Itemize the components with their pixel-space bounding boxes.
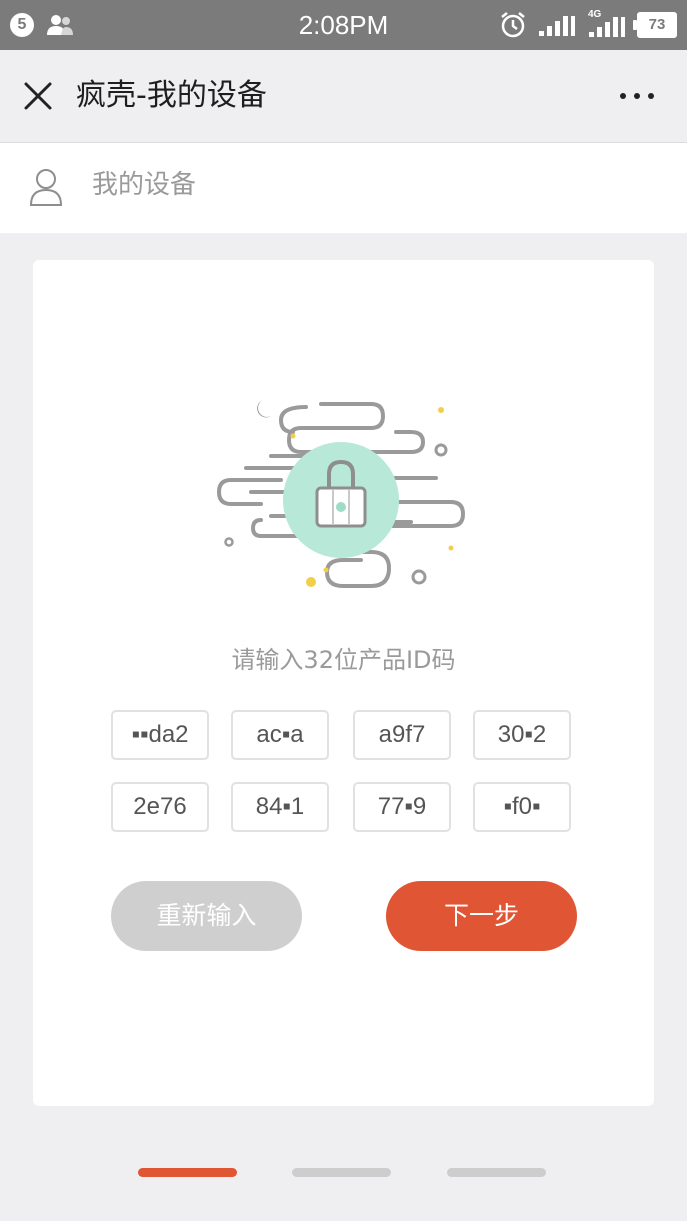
page-title: 疯壳-我的设备 xyxy=(76,78,267,113)
code-field-2[interactable]: ac▪a xyxy=(231,710,329,760)
title-bar: 疯壳-我的设备 xyxy=(0,50,687,143)
alarm-icon xyxy=(501,12,525,38)
code-field-7[interactable]: 77▪9 xyxy=(353,782,451,832)
signal-4g-group: 4G xyxy=(587,9,627,38)
page-dot-3[interactable] xyxy=(447,1168,546,1177)
next-step-button[interactable]: 下一步 xyxy=(386,881,577,951)
account-row[interactable]: 我的设备 xyxy=(0,143,687,233)
person-icon xyxy=(29,169,63,206)
status-bar: 5 2:08PM 4G 73 xyxy=(0,0,687,50)
code-field-4[interactable]: 30▪2 xyxy=(473,710,571,760)
battery-icon: 73 xyxy=(633,12,677,38)
code-field-3[interactable]: a9f7 xyxy=(353,710,451,760)
signal-4g-icon xyxy=(589,17,625,37)
signal-icon xyxy=(539,16,575,36)
close-icon[interactable] xyxy=(18,76,58,116)
code-field-1[interactable]: ▪▪da2 xyxy=(111,710,209,760)
code-field-6[interactable]: 84▪1 xyxy=(231,782,329,832)
status-icons: 4G 73 xyxy=(499,9,677,40)
lock-cloud-illustration xyxy=(216,400,466,588)
page-dot-2[interactable] xyxy=(292,1168,391,1177)
account-label: 我的设备 xyxy=(92,170,197,200)
code-field-8[interactable]: ▪f0▪ xyxy=(473,782,571,832)
device-card: 请输入32位产品ID码 ▪▪da2 ac▪a a9f7 30▪2 2e76 84… xyxy=(33,260,654,1106)
page-dot-1[interactable] xyxy=(138,1168,237,1177)
id-prompt: 请输入32位产品ID码 xyxy=(231,646,456,674)
reset-button[interactable]: 重新输入 xyxy=(111,881,302,951)
more-icon[interactable] xyxy=(617,76,657,116)
code-field-5[interactable]: 2e76 xyxy=(111,782,209,832)
page-indicator xyxy=(0,1168,687,1180)
